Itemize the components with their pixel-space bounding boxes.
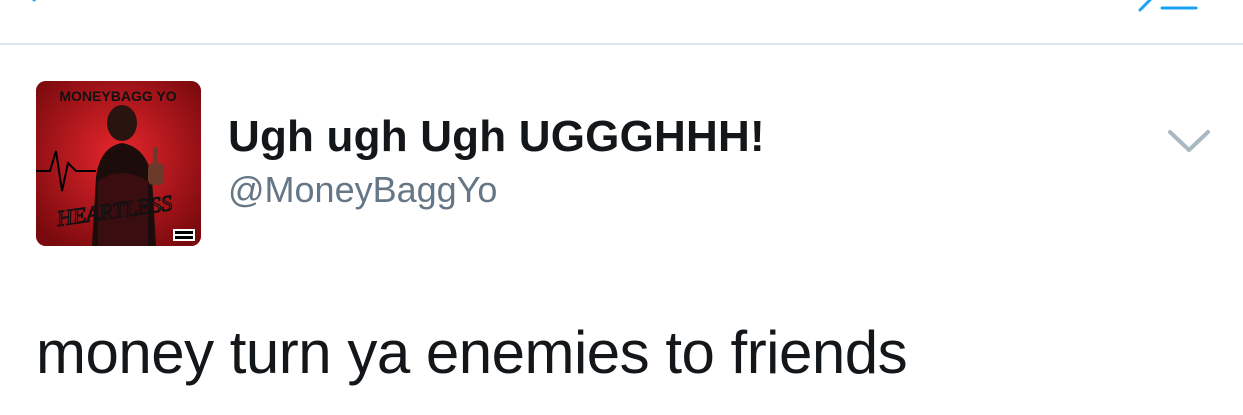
compose-icon[interactable]: [1138, 0, 1198, 12]
tweet-options-button[interactable]: [1166, 120, 1212, 160]
avatar[interactable]: MONEYBAGG YO HEARTLESS: [36, 81, 201, 246]
back-chevron-icon[interactable]: [30, 0, 50, 10]
tweet-text: money turn ya enemies to friends: [36, 319, 908, 386]
display-name[interactable]: Ugh ugh Ugh UGGGHHH!: [228, 112, 765, 162]
tweet-detail-screen: MONEYBAGG YO HEARTLESS Ugh ugh Ugh UGGGH…: [0, 0, 1243, 415]
top-navigation-bar: [0, 0, 1243, 45]
user-handle[interactable]: @MoneyBaggYo: [228, 169, 497, 211]
chevron-down-icon: [1168, 130, 1210, 152]
avatar-artist-label: MONEYBAGG YO: [59, 88, 176, 104]
